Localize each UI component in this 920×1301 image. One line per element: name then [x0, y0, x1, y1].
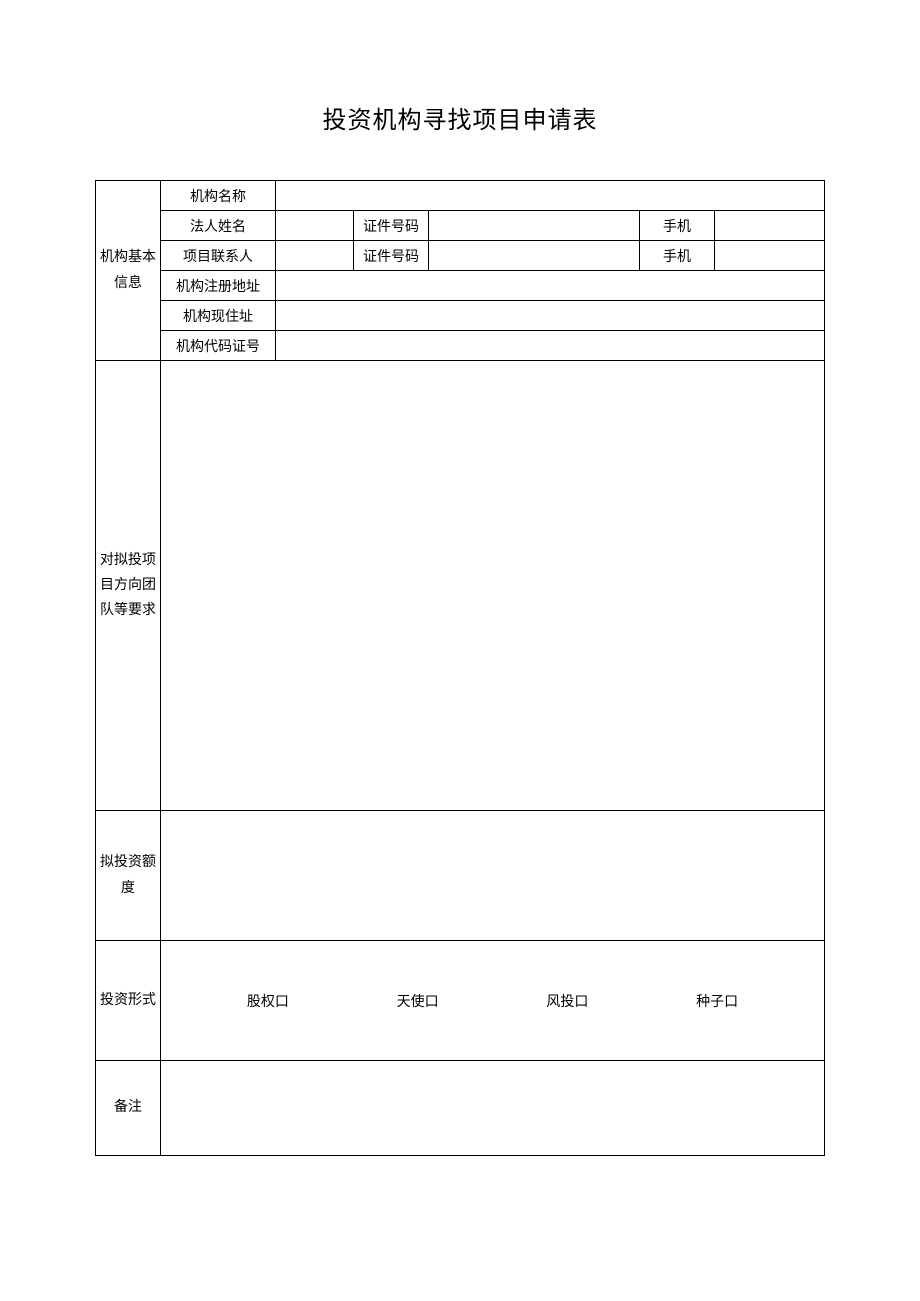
label-org-code: 机构代码证号 — [161, 331, 276, 361]
form-title: 投资机构寻找项目申请表 — [95, 100, 825, 135]
value-org-name[interactable] — [276, 181, 825, 211]
value-contact-person[interactable] — [276, 241, 354, 271]
section-invest-amount: 拟投资额度 — [96, 811, 161, 941]
label-legal-phone: 手机 — [640, 211, 715, 241]
option-equity-label: 股权 — [247, 991, 275, 1011]
invest-form-options-cell: 股权口 天使口 风投口 种子口 — [161, 941, 825, 1061]
label-contact-id: 证件号码 — [354, 241, 429, 271]
option-vc[interactable]: 风投口 — [546, 991, 588, 1011]
option-equity[interactable]: 股权口 — [247, 991, 289, 1011]
value-requirements[interactable] — [161, 361, 825, 811]
section-basic-info: 机构基本信息 — [96, 181, 161, 361]
application-form-table: 机构基本信息 机构名称 法人姓名 证件号码 手机 项目联系人 证件号码 手机 机… — [95, 180, 825, 1156]
value-reg-address[interactable] — [276, 271, 825, 301]
value-invest-amount[interactable] — [161, 811, 825, 941]
label-org-name: 机构名称 — [161, 181, 276, 211]
label-contact-phone: 手机 — [640, 241, 715, 271]
option-seed-label: 种子 — [696, 991, 724, 1011]
value-legal-person[interactable] — [276, 211, 354, 241]
label-contact-person: 项目联系人 — [161, 241, 276, 271]
label-legal-id: 证件号码 — [354, 211, 429, 241]
option-seed[interactable]: 种子口 — [696, 991, 738, 1011]
label-legal-person: 法人姓名 — [161, 211, 276, 241]
value-legal-id[interactable] — [429, 211, 640, 241]
checkbox-icon: 口 — [724, 991, 738, 1011]
value-legal-phone[interactable] — [715, 211, 825, 241]
section-requirements: 对拟投项目方向团队等要求 — [96, 361, 161, 811]
label-reg-address: 机构注册地址 — [161, 271, 276, 301]
option-angel[interactable]: 天使口 — [397, 991, 439, 1011]
value-contact-id[interactable] — [429, 241, 640, 271]
label-current-address: 机构现住址 — [161, 301, 276, 331]
value-current-address[interactable] — [276, 301, 825, 331]
checkbox-icon: 口 — [574, 991, 588, 1011]
section-invest-form: 投资形式 — [96, 941, 161, 1061]
value-org-code[interactable] — [276, 331, 825, 361]
value-remark[interactable] — [161, 1061, 825, 1156]
checkbox-icon: 口 — [425, 991, 439, 1011]
option-vc-label: 风投 — [546, 991, 574, 1011]
value-contact-phone[interactable] — [715, 241, 825, 271]
section-remark: 备注 — [96, 1061, 161, 1156]
option-angel-label: 天使 — [397, 991, 425, 1011]
checkbox-icon: 口 — [275, 991, 289, 1011]
